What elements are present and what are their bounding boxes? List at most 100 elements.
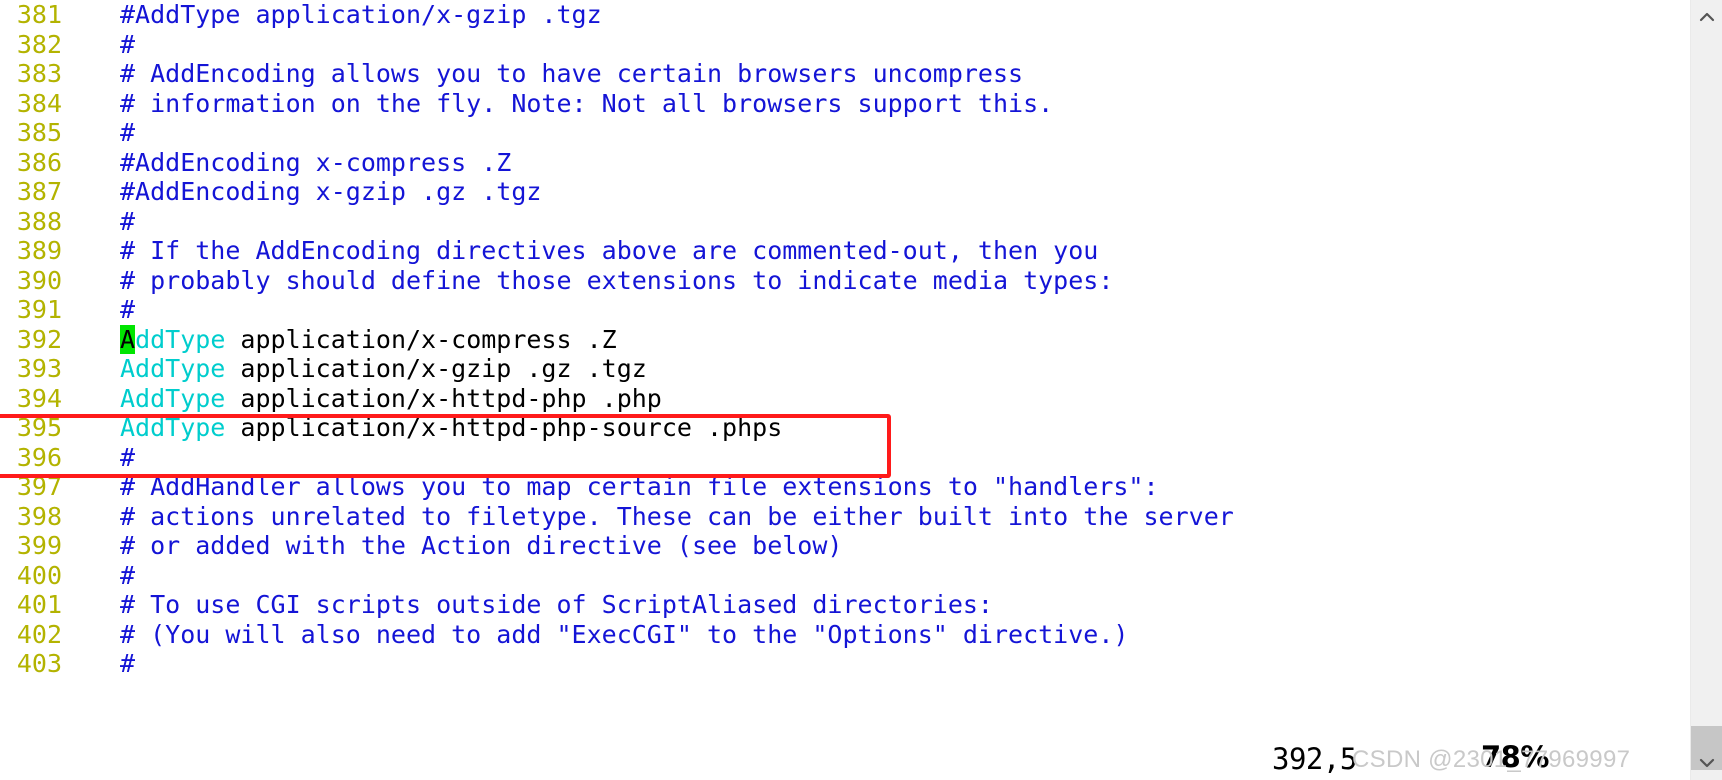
editor-text-area[interactable]: 381 #AddType application/x-gzip .tgz 382 #3… [0,0,1690,780]
line-content: # [120,649,135,679]
code-token: # information on the fly. Note: Not all … [120,88,1054,118]
code-token: # [120,649,136,678]
code-token: # [120,442,136,472]
code-line[interactable]: 401 # To use CGI scripts outside of Scrip… [0,590,1690,620]
code-token: # [120,206,136,236]
code-line[interactable]: 398 # actions unrelated to filetype. Thes… [0,502,1690,532]
code-token: # If the AddEncoding directives above ar… [120,236,1099,265]
code-line[interactable]: 402 # (You will also need to add "ExecCGI… [0,620,1690,650]
code-line[interactable]: 399 # or added with the Action directive … [0,531,1690,561]
line-number: 389 [16,236,62,265]
vim-editor-window: 381 #AddType application/x-gzip .tgz 382 #3… [0,0,1722,780]
line-content: # [120,118,135,148]
code-token: #AddType application/x-gzip .tgz [120,0,602,29]
code-token: # To use CGI scripts outside of ScriptAl… [120,590,993,619]
code-token: # [120,29,136,59]
line-content: #AddEncoding x-gzip .gz .tgz [120,177,541,207]
line-number: 402 [16,619,62,649]
scroll-down-button[interactable] [1691,748,1722,778]
line-number: 397 [16,472,62,501]
line-number: 403 [16,649,62,678]
line-content: # If the AddEncoding directives above ar… [120,236,1098,266]
line-content: # actions unrelated to filetype. These c… [120,502,1234,532]
code-line[interactable]: 388 # [0,207,1690,237]
chevron-up-icon [1699,12,1715,22]
code-line[interactable]: 392 AddType application/x-compress .Z [0,324,1690,355]
code-token: # [120,560,136,590]
line-content: AddType application/x-compress .Z [120,324,617,355]
scroll-up-button[interactable] [1691,2,1722,32]
line-number: 400 [16,560,62,590]
line-number: 393 [16,354,62,383]
line-number: 394 [16,383,62,413]
line-number: 399 [16,531,62,560]
code-line[interactable]: 384 # information on the fly. Note: Not a… [0,89,1690,119]
line-content: AddType application/x-gzip .gz .tgz [120,354,647,384]
code-token: # AddHandler allows you to map certain f… [120,472,1159,501]
code-token: #AddEncoding x-compress .Z [120,147,512,177]
code-line[interactable]: 403 # [0,649,1690,679]
line-number: 392 [16,324,62,354]
line-content: # To use CGI scripts outside of ScriptAl… [120,590,993,620]
line-number: 391 [16,295,62,324]
cursor-position-indicator: 392,5 [1272,742,1357,776]
line-content: # or added with the Action directive (se… [120,531,842,561]
line-number: 381 [16,0,62,29]
line-number: 398 [16,501,62,531]
code-line[interactable]: 385 # [0,118,1690,148]
csdn-watermark: CSDN @2301_77969997 [1352,746,1631,773]
code-token: application/x-httpd-php .php [225,383,662,413]
code-token: # actions unrelated to filetype. These c… [120,501,1234,531]
code-line[interactable]: 393 AddType application/x-gzip .gz .tgz [0,354,1690,384]
cursor-block: A [120,324,136,354]
code-line[interactable]: 382 # [0,30,1690,60]
vertical-scrollbar[interactable] [1690,0,1722,780]
line-content: # [120,30,135,60]
code-token: # (You will also need to add "ExecCGI" t… [120,619,1129,649]
code-token: # [120,295,136,324]
code-token: # or added with the Action directive (se… [120,531,843,560]
code-line[interactable]: 397 # AddHandler allows you to map certai… [0,472,1690,502]
code-line[interactable]: 383 # AddEncoding allows you to have cert… [0,59,1690,89]
line-number: 401 [16,590,62,619]
code-line[interactable]: 389 # If the AddEncoding directives above… [0,236,1690,266]
line-number: 386 [16,147,62,177]
code-line[interactable]: 386 #AddEncoding x-compress .Z [0,148,1690,178]
line-content: AddType application/x-httpd-php .php [120,384,662,414]
line-content: #AddEncoding x-compress .Z [120,148,511,178]
line-content: AddType application/x-httpd-php-source .… [120,413,782,443]
code-token: # [120,118,136,147]
code-token: application/x-gzip .gz .tgz [225,354,647,383]
code-token: application/x-compress .Z [225,324,617,354]
line-number: 387 [16,177,62,206]
code-token: # AddEncoding allows you to have certain… [120,59,1024,88]
code-token: application/x-httpd-php-source .phps [225,413,783,442]
line-number: 382 [16,29,62,59]
code-line[interactable]: 390 # probably should define those extens… [0,266,1690,296]
code-token: # probably should define those extension… [120,265,1114,295]
line-content: # [120,295,135,325]
status-line: 392,5 78% CSDN @2301_77969997 [0,736,1690,780]
line-number: 388 [16,206,62,236]
code-line[interactable]: 381 #AddType application/x-gzip .tgz [0,0,1690,30]
code-line[interactable]: 391 # [0,295,1690,325]
line-content: # AddHandler allows you to map certain f… [120,472,1159,502]
line-number: 395 [16,413,62,442]
code-token: AddType [120,413,226,442]
line-content: # AddEncoding allows you to have certain… [120,59,1023,89]
code-line[interactable]: 395 AddType application/x-httpd-php-sourc… [0,413,1690,443]
line-content: # [120,207,135,237]
line-content: #AddType application/x-gzip .tgz [120,0,602,30]
chevron-down-icon [1699,758,1715,768]
line-content: # probably should define those extension… [120,266,1113,296]
code-line[interactable]: 394 AddType application/x-httpd-php .php [0,384,1690,414]
line-number: 390 [16,265,62,295]
code-line[interactable]: 396 # [0,443,1690,473]
line-content: # [120,443,135,473]
code-token: AddType [120,383,226,413]
line-content: # (You will also need to add "ExecCGI" t… [120,620,1128,650]
line-content: # [120,561,135,591]
code-line[interactable]: 400 # [0,561,1690,591]
code-line[interactable]: 387 #AddEncoding x-gzip .gz .tgz [0,177,1690,207]
code-token: ddType [135,324,226,354]
